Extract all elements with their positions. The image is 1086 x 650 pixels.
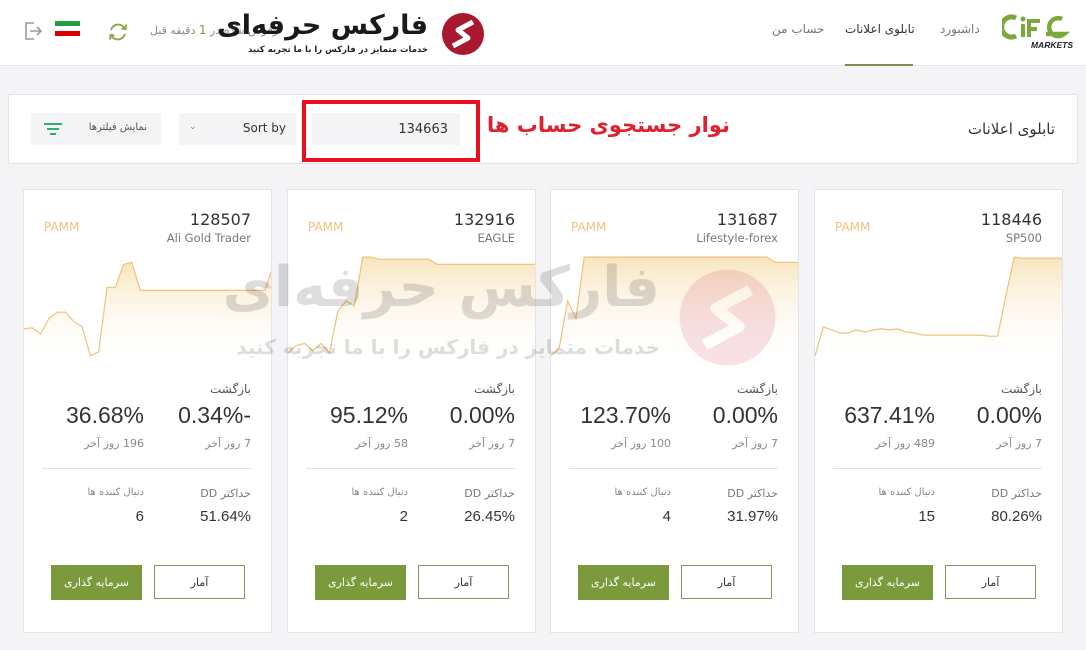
filter-label: نمایش فیلترها [88,122,147,133]
equity-sparkline [24,261,271,366]
account-name: Ali Gold Trader [166,231,251,245]
stats-button[interactable]: آمار [681,565,772,599]
account-type-badge: PAMM [835,220,871,234]
return-total-period: 196 روز آخر [84,437,144,450]
max-drawdown-value: 80.26% [991,508,1042,525]
max-drawdown-label: حداکثر DD [991,487,1042,500]
equity-sparkline [288,256,535,366]
card-divider [833,468,1042,469]
pamm-account-card: PAMM 131687 Lifestyle-forex بازگشت 0.00%… [550,189,799,633]
account-id[interactable]: 132916 [454,210,515,229]
brand-subtitle: خدمات متمایز در فارکس را با ما تجربه کنی… [247,45,428,55]
account-id[interactable]: 128507 [190,210,251,229]
followers-count: 2 [399,508,408,525]
followers-count: 15 [918,508,935,525]
chevron-down-icon: ⌄ [189,122,197,132]
followers-count: 6 [135,508,144,525]
stats-button[interactable]: آمار [945,565,1036,599]
return-7d-value: 0.00% [449,402,515,428]
account-name: EAGLE [477,231,515,245]
return-label: بازگشت [737,382,778,396]
card-divider [306,468,515,469]
return-total-value: 95.12% [329,402,408,428]
followers-label: دنبال کننده ها [87,487,144,498]
refresh-suffix: دقیقه قبل [150,24,196,37]
max-drawdown-label: حداکثر DD [464,487,515,500]
max-drawdown-value: 31.97% [727,508,778,525]
invest-button[interactable]: سرمایه گذاری [315,565,406,600]
return-7d-period: 7 روز آخر [205,437,251,450]
account-id[interactable]: 131687 [717,210,778,229]
top-header: رفرش شده در 1 دقیقه قبل فارکس حرفه‌ای خد… [0,0,1086,66]
nav-leaderboard[interactable]: تابلوی اعلانات [845,22,915,36]
card-divider [569,468,778,469]
filter-icon [44,123,62,135]
account-type-badge: PAMM [308,220,344,234]
sparkline-area [815,257,1062,366]
show-filters-button[interactable]: نمایش فیلترها [31,113,161,145]
return-7d-value: 0.00% [976,402,1042,428]
account-type-badge: PAMM [571,220,607,234]
sparkline-area [551,257,798,366]
panel-title: تابلوی اعلانات [967,120,1055,138]
followers-label: دنبال کننده ها [614,487,671,498]
pamm-account-card: PAMM 118446 SP500 بازگشت 0.00% 637.41% 7… [814,189,1063,633]
iran-flag-icon[interactable] [55,21,80,36]
max-drawdown-label: حداکثر DD [727,487,778,500]
account-name: SP500 [1005,231,1042,245]
nav-active-indicator [845,64,913,66]
logout-icon[interactable] [22,20,44,42]
return-label: بازگشت [210,382,251,396]
followers-label: دنبال کننده ها [878,487,935,498]
followers-label: دنبال کننده ها [351,487,408,498]
followers-count: 4 [662,508,671,525]
ifc-markets-logo[interactable]: MARKETS [1002,14,1074,50]
max-drawdown-label: حداکثر DD [200,487,251,500]
return-label: بازگشت [1001,382,1042,396]
equity-sparkline [551,256,798,366]
return-7d-period: 7 روز آخر [732,437,778,450]
refresh-icon[interactable] [106,20,130,44]
pamm-account-card: PAMM 132916 EAGLE بازگشت 0.00% 95.12% 7 … [287,189,536,633]
return-7d-value: 0.34%- [178,402,251,428]
invest-button[interactable]: سرمایه گذاری [842,565,933,600]
return-total-period: 100 روز آخر [611,437,671,450]
return-total-value: 123.70% [580,402,671,428]
stats-button[interactable]: آمار [154,565,245,599]
return-total-value: 36.68% [65,402,144,428]
nav-dashboard[interactable]: داشبورد [940,22,980,36]
equity-sparkline [815,256,1062,366]
refresh-minutes: 1 [198,23,207,37]
nav-my-account[interactable]: حساب من [772,22,824,36]
account-type-badge: PAMM [44,220,80,234]
pamm-account-card: PAMM 128507 Ali Gold Trader بازگشت 0.34%… [23,189,272,633]
invest-button[interactable]: سرمایه گذاری [51,565,142,600]
invest-button[interactable]: سرمایه گذاری [578,565,669,600]
account-name: Lifestyle-forex [696,231,778,245]
sort-dropdown[interactable]: Sort by ⌄ [179,113,296,145]
brand-logo: فارکس حرفه‌ای خدمات متمایز در فارکس را ب… [217,8,490,58]
return-7d-period: 7 روز آخر [469,437,515,450]
brand-emblem-icon [442,13,484,55]
account-search-input[interactable] [312,113,460,145]
search-annotation-label: نوار جستجوی حساب ها [487,113,730,137]
account-id[interactable]: 118446 [981,210,1042,229]
sparkline-area [288,257,535,366]
ifc-logo-text: MARKETS [1031,40,1073,50]
return-total-value: 637.41% [844,402,935,428]
max-drawdown-value: 26.45% [464,508,515,525]
max-drawdown-value: 51.64% [200,508,251,525]
return-7d-value: 0.00% [712,402,778,428]
sort-label: Sort by [242,121,286,135]
return-label: بازگشت [474,382,515,396]
return-7d-period: 7 روز آخر [996,437,1042,450]
stats-button[interactable]: آمار [418,565,509,599]
return-total-period: 58 روز آخر [355,437,408,450]
sparkline-area [24,262,271,366]
card-divider [42,468,251,469]
brand-title: فارکس حرفه‌ای [217,10,429,41]
return-total-period: 489 روز آخر [875,437,935,450]
